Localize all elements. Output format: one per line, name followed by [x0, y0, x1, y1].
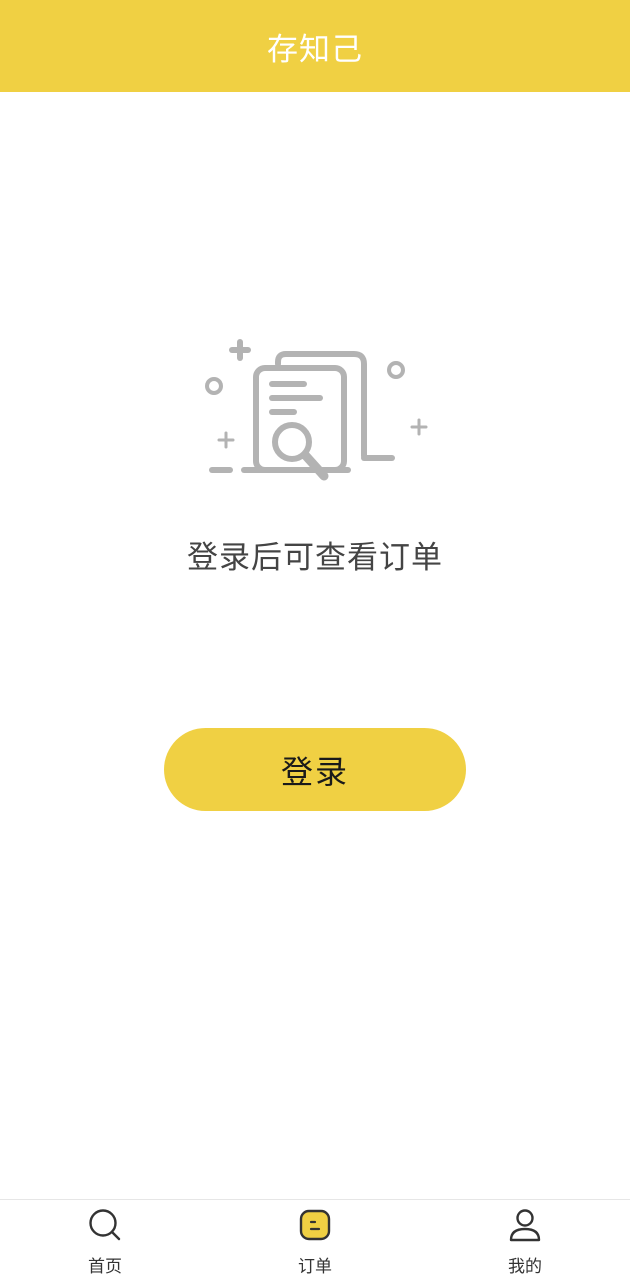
tab-home[interactable]: 首页	[0, 1200, 210, 1281]
order-icon	[299, 1209, 331, 1241]
user-icon	[509, 1209, 541, 1242]
tab-home-label: 首页	[88, 1257, 122, 1277]
tab-profile[interactable]: 我的	[420, 1200, 630, 1281]
tab-profile-label: 我的	[508, 1257, 542, 1277]
app-header: 存知己	[0, 0, 630, 92]
document-search-icon	[205, 339, 428, 481]
bottom-tab-bar: 首页 订单 我的	[0, 1199, 630, 1281]
login-button-label: 登录	[280, 752, 349, 791]
tab-orders-label: 订单	[298, 1257, 332, 1277]
search-icon	[89, 1209, 121, 1241]
login-button[interactable]: 登录	[164, 728, 466, 811]
tab-orders[interactable]: 订单	[210, 1200, 420, 1281]
login-hint-text: 登录后可查看订单	[187, 540, 443, 576]
page-title: 存知己	[267, 31, 363, 68]
